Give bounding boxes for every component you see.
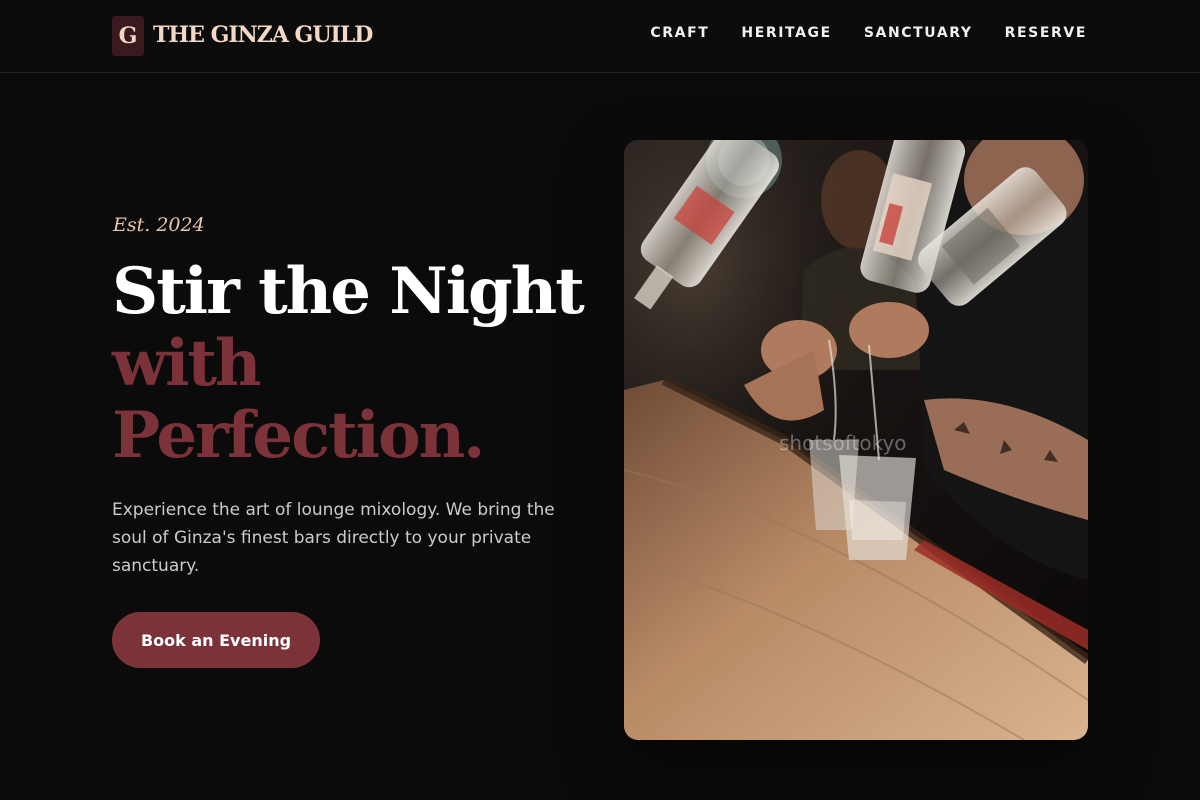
nav-item-sanctuary[interactable]: SANCTUARY [864,25,973,41]
established-tagline: Est. 2024 [113,214,205,236]
hero-description: Experience the art of lounge mixology. W… [112,500,555,576]
nav-item-heritage[interactable]: HERITAGE [741,25,831,41]
photo-watermark: shotsoftokyo [779,431,907,455]
logo-mark[interactable]: G [112,16,144,56]
headline-line-2: with [112,326,262,401]
book-evening-button[interactable]: Book an Evening [112,612,320,668]
nav-item-craft[interactable]: CRAFT [650,25,709,41]
headline-line-1: Stir the Night [112,254,585,329]
headline-line-3: Perfection. [112,398,485,473]
main-nav: CRAFT HERITAGE SANCTUARY RESERVE [650,25,1087,41]
hero-headline: Stir the Night with Perfection. [112,256,612,472]
nav-item-reserve[interactable]: RESERVE [1005,25,1087,41]
bartender-photo: shotsoftokyo [624,140,1088,740]
brand-name[interactable]: THE GINZA GUILD [153,22,373,48]
site-header: G THE GINZA GUILD CRAFT HERITAGE SANCTUA… [0,0,1200,73]
